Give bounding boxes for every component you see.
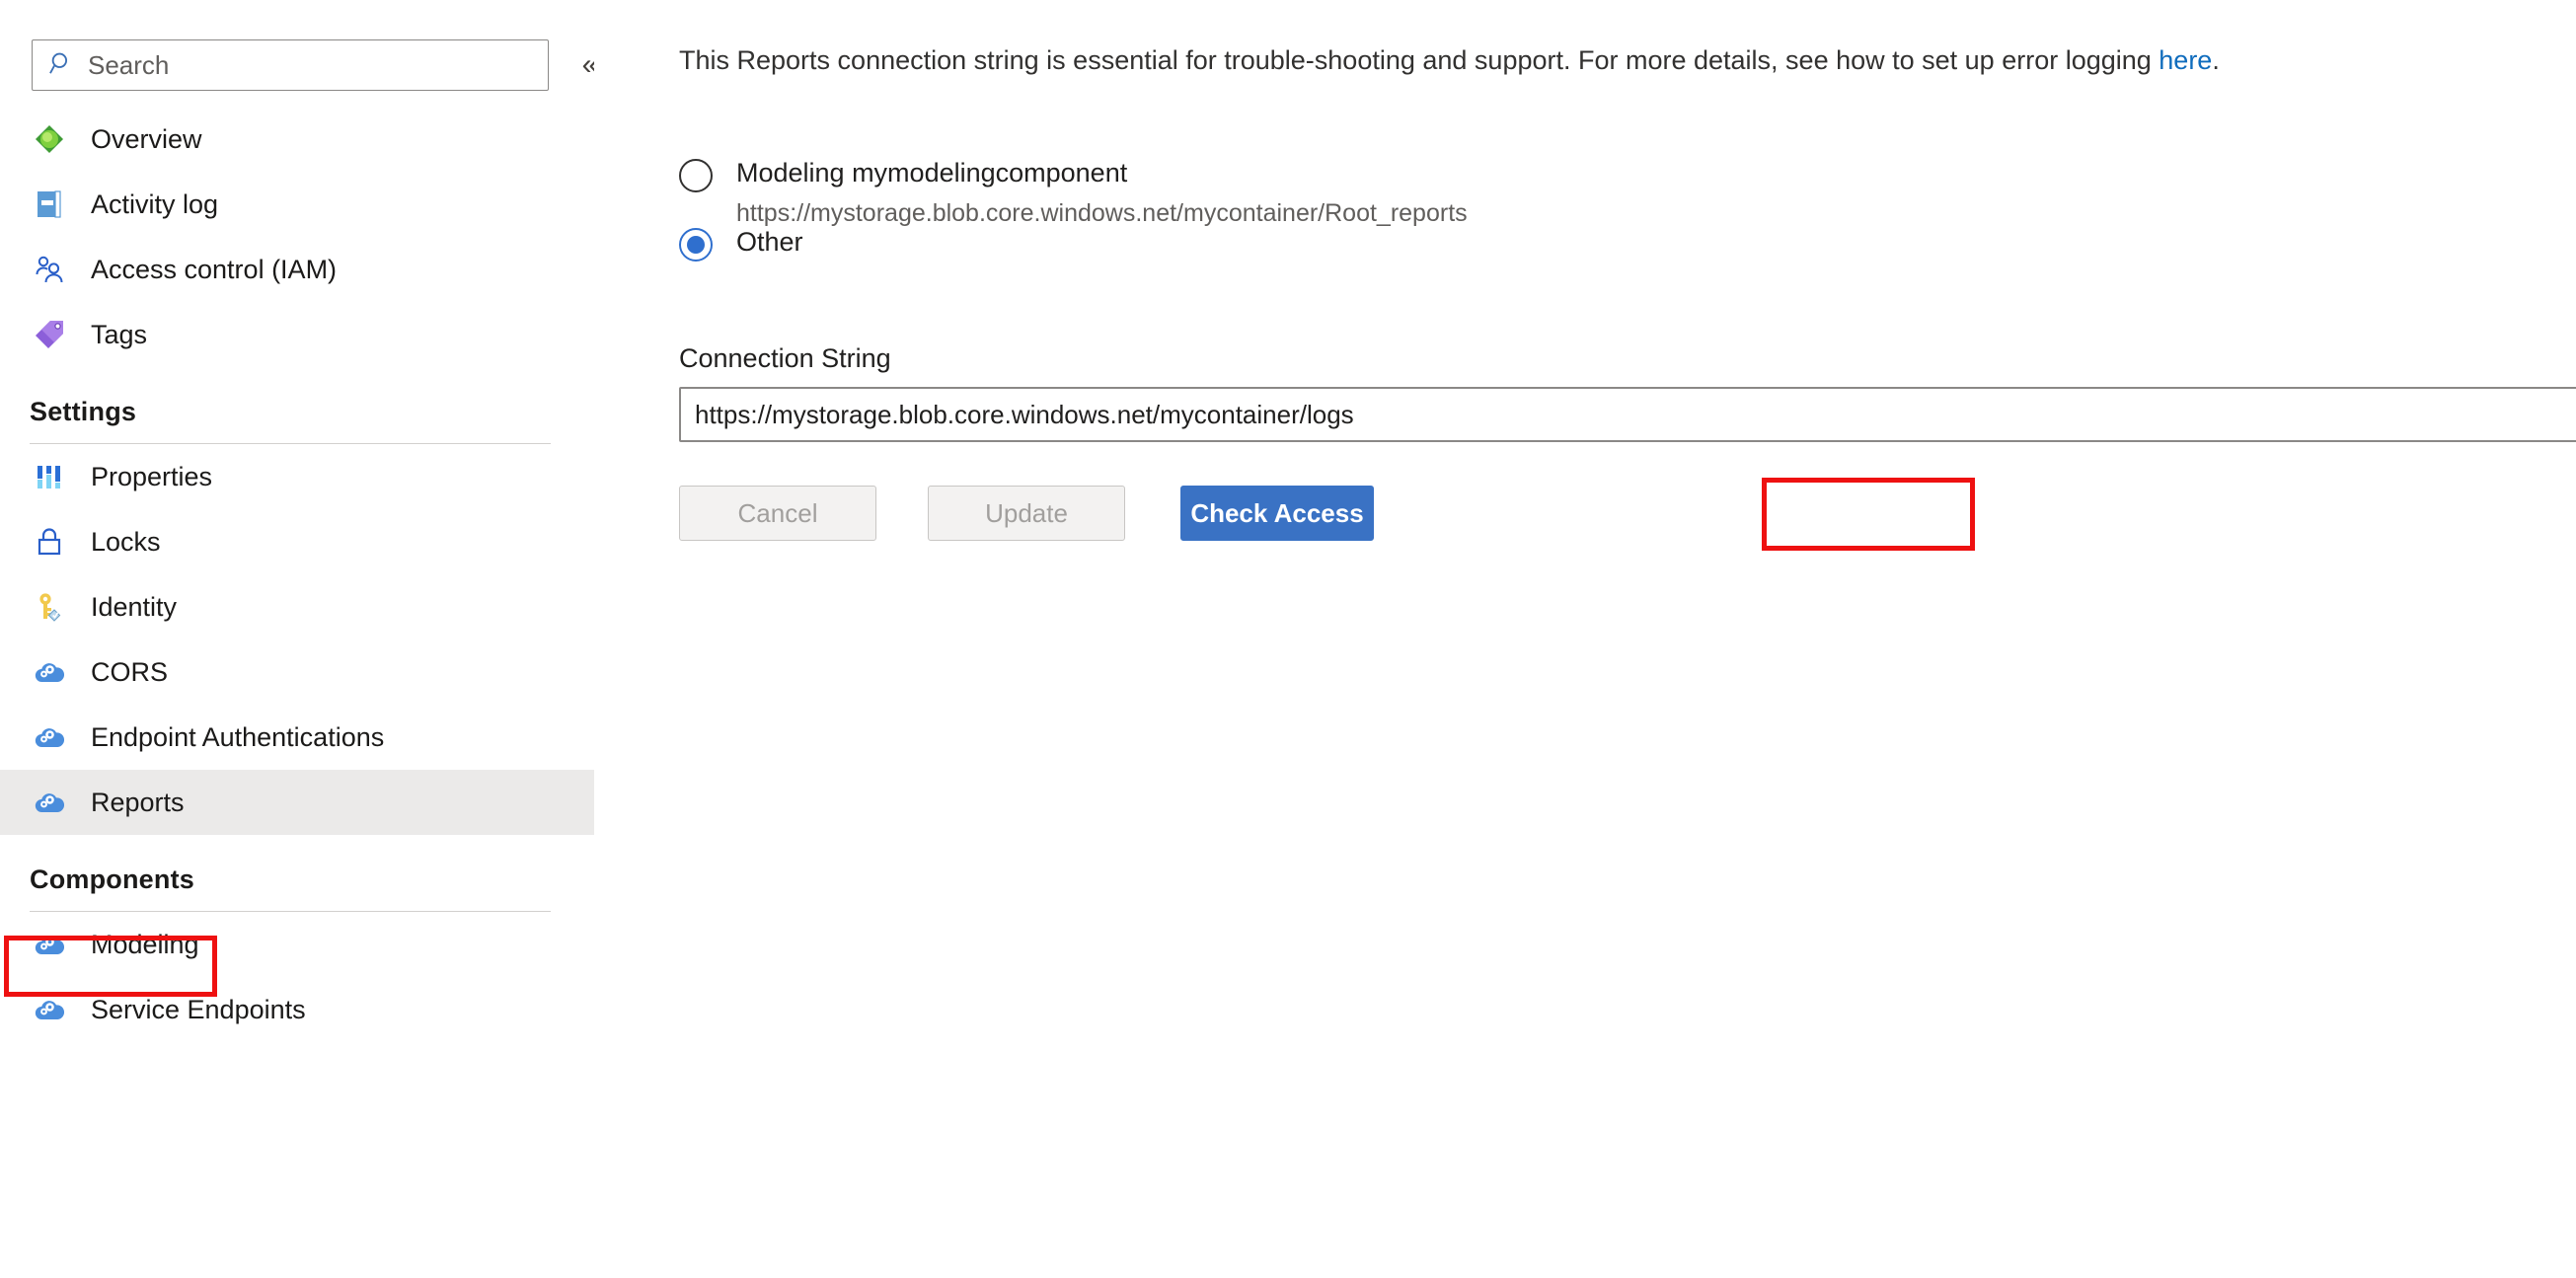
- radio-modeling-control[interactable]: [679, 159, 713, 192]
- sidebar-item-label: Locks: [91, 526, 161, 557]
- radio-other-control[interactable]: [679, 228, 713, 262]
- sidebar-item-reports[interactable]: Reports: [0, 770, 594, 835]
- key-icon: [30, 587, 69, 627]
- sidebar-item-locks[interactable]: Locks: [0, 509, 594, 574]
- activity-log-icon: [30, 185, 69, 224]
- search-box[interactable]: [32, 39, 549, 91]
- sidebar-item-label: Identity: [91, 591, 178, 622]
- sidebar-item-modeling[interactable]: Modeling: [0, 912, 594, 977]
- sidebar-item-label: Access control (IAM): [91, 254, 338, 284]
- cloud-gear-icon: [30, 783, 69, 822]
- radio-modeling-texts: Modeling mymodelingcomponent https://mys…: [736, 156, 1468, 228]
- radio-modeling-url: https://mystorage.blob.core.windows.net/…: [736, 199, 1468, 227]
- sidebar-group-title: Settings: [30, 397, 137, 426]
- check-access-button[interactable]: Check Access: [1180, 486, 1374, 541]
- cloud-gear-icon: [30, 925, 69, 964]
- sidebar-item-label: Endpoint Authentications: [91, 721, 385, 752]
- cancel-button[interactable]: Cancel: [679, 486, 876, 541]
- radio-other-label: Other: [736, 227, 803, 257]
- sidebar-item-label: Service Endpoints: [91, 994, 306, 1024]
- intro-text: This Reports connection string is essent…: [679, 45, 2220, 76]
- sidebar-item-access-control-iam[interactable]: Access control (IAM): [0, 237, 594, 302]
- sidebar-item-label: CORS: [91, 656, 169, 687]
- sidebar-group-components: Components: [0, 835, 594, 912]
- collapse-sidebar-button[interactable]: «: [572, 47, 594, 83]
- sidebar-item-endpoint-authentications[interactable]: Endpoint Authentications: [0, 705, 594, 770]
- sidebar-item-label: Properties: [91, 461, 213, 491]
- sidebar-item-properties[interactable]: Properties: [0, 444, 594, 509]
- overview-icon: [30, 119, 69, 159]
- radio-option-modeling[interactable]: Modeling mymodelingcomponent https://mys…: [679, 156, 1468, 228]
- sidebar-item-label: Tags: [91, 319, 148, 349]
- sidebar-item-cors[interactable]: CORS: [0, 639, 594, 705]
- sidebar-nav: Overview Activity log Access control (IAM)…: [0, 107, 594, 1042]
- properties-icon: [30, 457, 69, 496]
- form-actions: Cancel Update Check Access: [679, 486, 1374, 541]
- sidebar: « Overview Activity log Access control (IA…: [0, 0, 594, 1278]
- error-logging-link[interactable]: here: [2159, 45, 2212, 75]
- cloud-gear-icon: [30, 990, 69, 1029]
- sidebar-item-tags[interactable]: Tags: [0, 302, 594, 367]
- intro-text-after: .: [2212, 45, 2220, 75]
- sidebar-item-overview[interactable]: Overview: [0, 107, 594, 172]
- main-content: This Reports connection string is essent…: [624, 0, 2576, 1278]
- chevron-double-left-icon: «: [582, 50, 594, 80]
- connection-string-input[interactable]: [679, 387, 2576, 442]
- sidebar-group-title: Components: [30, 865, 194, 894]
- radio-option-other[interactable]: Other: [679, 225, 803, 262]
- sidebar-item-label: Activity log: [91, 188, 219, 219]
- search-input[interactable]: [88, 49, 512, 81]
- highlight-box-check-access: [1762, 478, 1975, 551]
- search-icon: [48, 50, 74, 81]
- update-button[interactable]: Update: [928, 486, 1125, 541]
- access-control-icon: [30, 250, 69, 289]
- sidebar-item-service-endpoints[interactable]: Service Endpoints: [0, 977, 594, 1042]
- cloud-gear-icon: [30, 652, 69, 692]
- sidebar-item-label: Reports: [91, 787, 185, 817]
- cloud-gear-icon: [30, 717, 69, 757]
- radio-other-texts: Other: [736, 225, 803, 259]
- sidebar-item-identity[interactable]: Identity: [0, 574, 594, 639]
- sidebar-item-activity-log[interactable]: Activity log: [0, 172, 594, 237]
- sidebar-item-label: Overview: [91, 123, 202, 154]
- lock-icon: [30, 522, 69, 562]
- connection-string-label: Connection String: [679, 343, 891, 373]
- tags-icon: [30, 315, 69, 354]
- intro-text-before: This Reports connection string is essent…: [679, 45, 2159, 75]
- sidebar-item-label: Modeling: [91, 929, 199, 959]
- sidebar-group-settings: Settings: [0, 367, 594, 444]
- radio-modeling-label: Modeling mymodelingcomponent: [736, 158, 1128, 188]
